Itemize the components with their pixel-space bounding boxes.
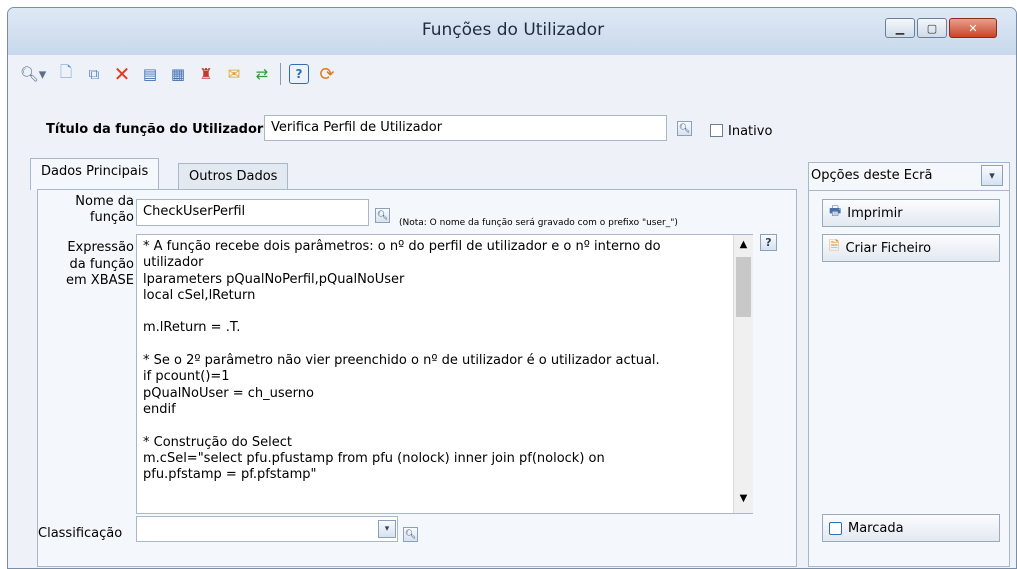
search-icon: 🔍︎ [678,123,691,134]
classification-label: Classificação [38,526,123,541]
hierarchy-icon[interactable]: ♜ [196,64,216,84]
expression-editor[interactable]: * A função recebe dois parâmetros: o nº … [136,234,753,514]
inactive-label: Inativo [728,124,773,139]
chevron-down-icon: ▾ [989,169,995,182]
maximize-icon: ▢ [926,21,938,35]
expression-scrollbar[interactable]: ▲ ▼ [733,235,753,513]
title-field[interactable]: Verifica Perfil de Utilizador [264,115,667,141]
file-icon: 🗎 [829,239,840,254]
options-divider [808,190,1010,191]
toolbar: 🔍︎▾ 🗋 ⧉ ✕ ▤ ▦ ♜ ✉ ⇄ ? ⟳ [18,60,337,88]
create-file-button[interactable]: 🗎 Criar Ficheiro [822,234,1000,262]
function-name-label: Nome da função [75,194,134,225]
app-window: Funções do Utilizador ▁ ▢ ✕ 🔍︎▾ 🗋 ⧉ ✕ ▤ … [7,7,1017,569]
inactive-checkbox[interactable] [710,124,723,137]
search-icon[interactable]: 🔍︎▾ [18,64,48,84]
scroll-up-icon[interactable]: ▲ [736,239,751,250]
close-button[interactable]: ✕ [949,18,997,38]
print-button[interactable]: 🖶 Imprimir [822,199,1000,227]
tab-dados-principais[interactable]: Dados Principais [30,158,160,190]
classification-dropdown-button[interactable]: ▾ [378,520,396,538]
printer-icon: 🖶 [829,204,842,219]
marked-button[interactable]: Marcada [822,514,1000,542]
options-dropdown-label: Opções deste Ecrã [811,168,933,183]
scroll-down-icon[interactable]: ▼ [736,493,751,504]
chevron-down-icon: ▾ [384,524,390,534]
minimize-button[interactable]: ▁ [885,18,915,38]
minimize-icon: ▁ [895,21,905,35]
create-file-button-label: Criar Ficheiro [845,240,932,256]
scroll-thumb[interactable] [736,257,751,317]
title-bar: Funções do Utilizador ▁ ▢ ✕ [8,8,1016,55]
delete-icon[interactable]: ✕ [112,62,132,86]
help-button[interactable]: ? [760,234,777,251]
grid-icon[interactable]: ▦ [168,64,188,84]
checkbox-icon [829,521,842,535]
marked-button-label: Marcada [848,520,904,536]
help-icon[interactable]: ? [289,64,309,84]
expression-label: Expressão da função em XBASE [66,240,134,288]
function-name-field[interactable]: CheckUserPerfil [136,199,369,226]
name-note: (Nota: O nome da função será gravado com… [399,218,678,228]
new-document-icon[interactable]: 🗋 [56,63,76,84]
copy-document-icon[interactable]: ⧉ [84,64,104,84]
search-icon: 🔍︎ [404,529,417,540]
tab-outros-dados[interactable]: Outros Dados [178,163,289,190]
close-icon: ✕ [968,21,978,35]
edit-icon[interactable]: ▤ [140,64,160,84]
classification-lookup-button[interactable]: 🔍︎ [403,527,418,542]
print-button-label: Imprimir [847,205,903,221]
name-lookup-button[interactable]: 🔍︎ [375,208,390,223]
search-icon: 🔍︎ [376,210,389,221]
refresh-icon[interactable]: ⟳ [317,64,337,85]
title-lookup-button[interactable]: 🔍︎ [677,121,692,136]
classification-select[interactable] [136,516,398,542]
window-title: Funções do Utilizador [421,20,605,40]
title-label: Título da função do Utilizador [46,122,264,137]
maximize-button[interactable]: ▢ [917,18,947,38]
options-dropdown-button[interactable]: ▾ [981,165,1003,186]
transfer-icon[interactable]: ⇄ [252,64,272,84]
email-icon[interactable]: ✉ [224,64,244,84]
toolbar-separator [280,63,281,85]
